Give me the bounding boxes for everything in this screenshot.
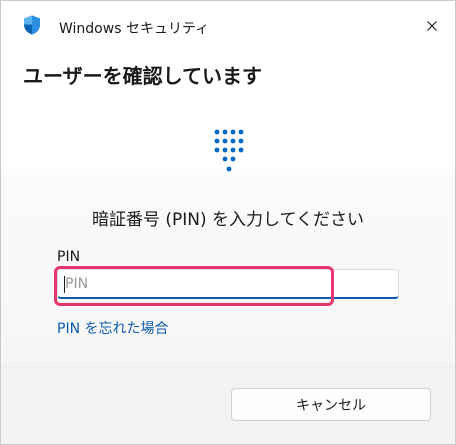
pin-label: PIN [57, 249, 81, 265]
pin-keypad-icon [213, 128, 246, 174]
shield-icon [23, 15, 41, 35]
window-title: Windows セキュリティ [59, 21, 210, 37]
security-dialog: Windows セキュリティ ユーザーを確認しています 暗証番号 (PIN) を… [0, 0, 456, 445]
close-icon [427, 21, 437, 31]
title-bar: Windows セキュリティ [1, 1, 455, 53]
forgot-pin-link[interactable]: PIN を忘れた場合 [57, 318, 169, 338]
pin-input[interactable] [57, 269, 399, 299]
cancel-button[interactable]: キャンセル [231, 388, 431, 421]
text-caret [64, 276, 65, 293]
close-button[interactable] [419, 13, 445, 39]
pin-prompt: 暗証番号 (PIN) を入力してください [91, 210, 365, 230]
dialog-heading: ユーザーを確認しています [23, 64, 262, 88]
